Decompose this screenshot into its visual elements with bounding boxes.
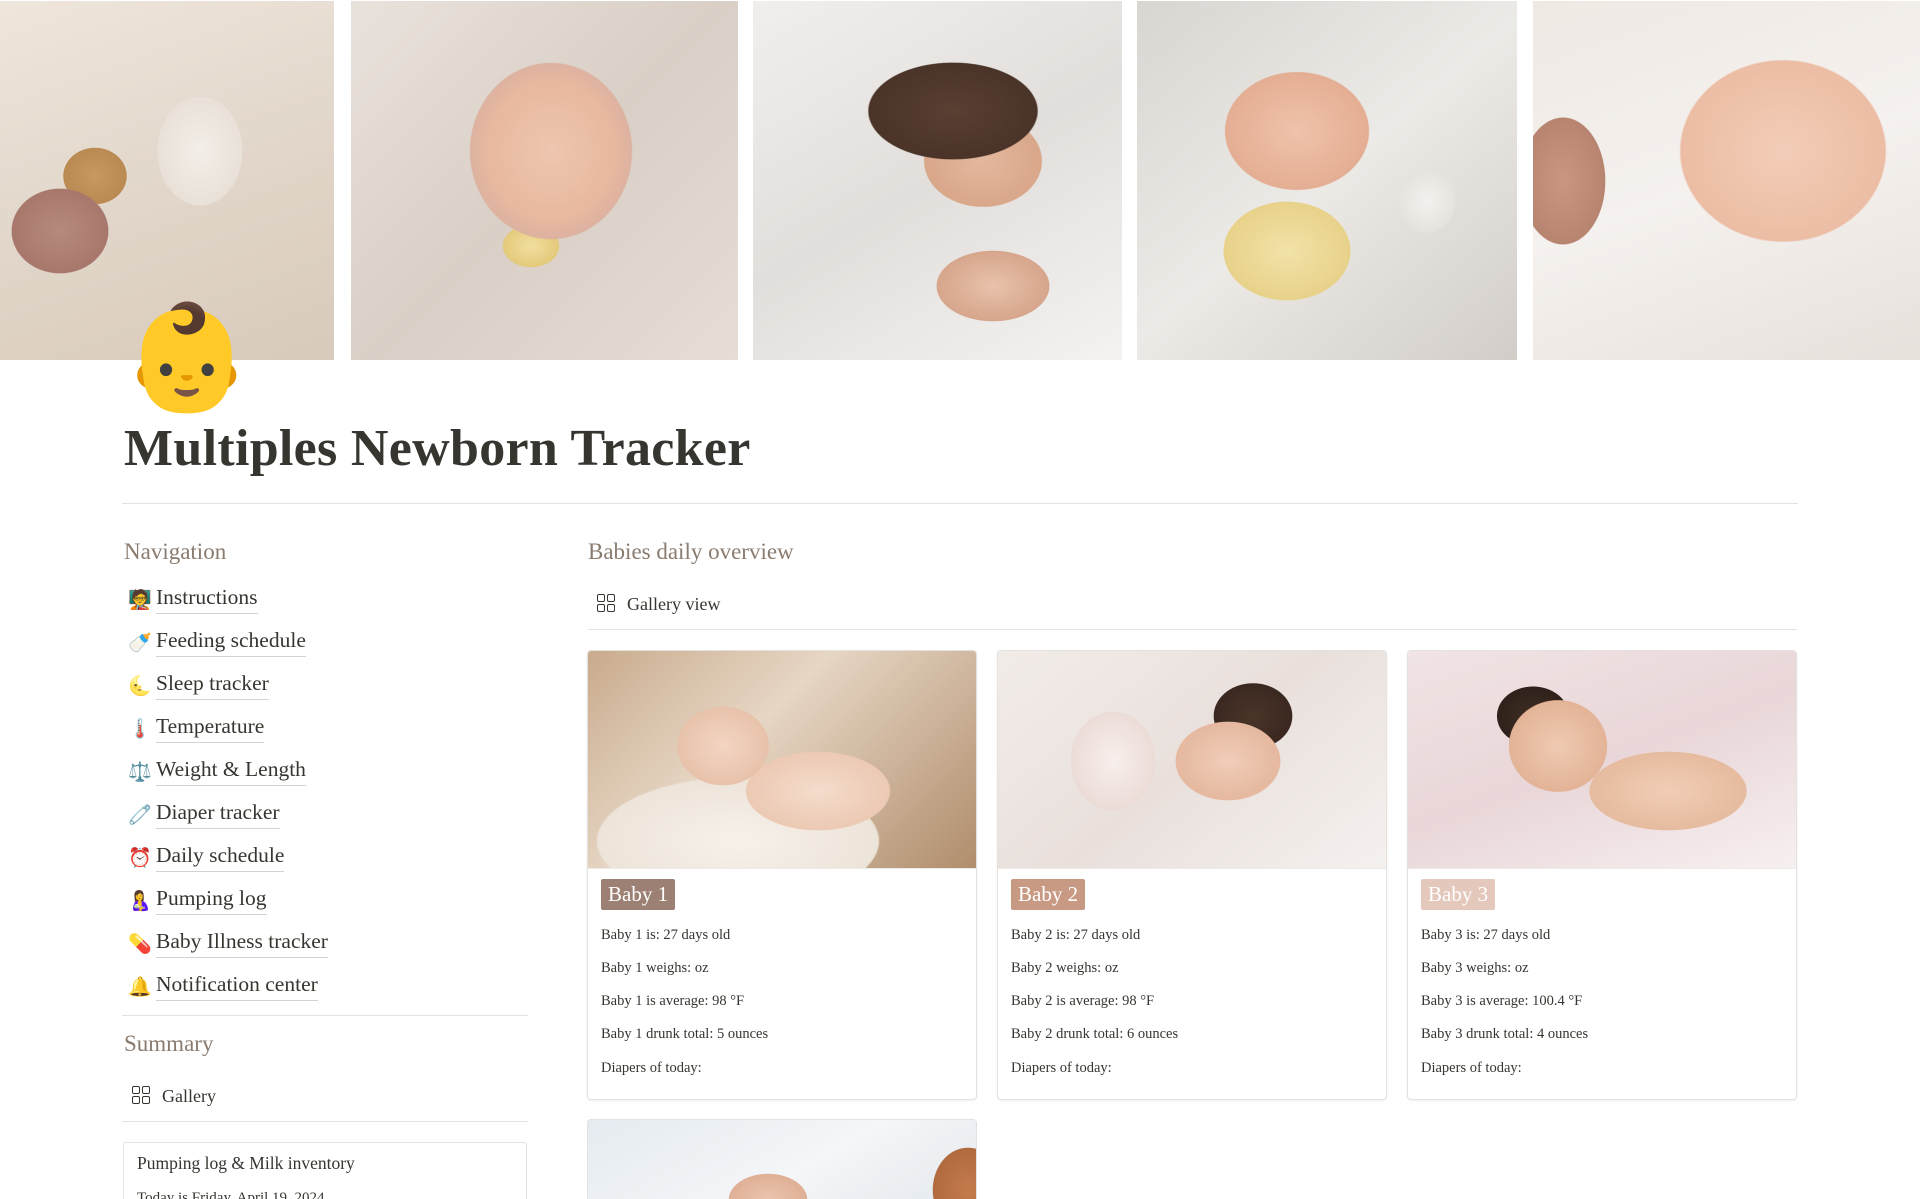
baby-age: Baby 3 is: 27 days old [1421, 927, 1551, 943]
baby-weight: Baby 3 weighs: oz [1421, 960, 1529, 976]
nav-link-label[interactable]: Baby Illness tracker [156, 929, 328, 958]
bell-icon: 🔔 [128, 976, 152, 998]
baby-diapers: Diapers of today: [601, 1060, 702, 1076]
nav-item-diaper-tracker[interactable]: 🧷 Diaper tracker [128, 793, 528, 836]
baby-card-2[interactable]: Baby 2 Baby 2 is: 27 days old Baby 2 wei… [997, 650, 1387, 1100]
baby-drunk-total: Baby 1 drunk total: 5 ounces [601, 1026, 769, 1042]
divider [588, 629, 1797, 630]
baby-card-4[interactable] [587, 1119, 977, 1199]
navigation-heading: Navigation [124, 539, 227, 564]
baby-temperature: Baby 1 is average: 98 °F [601, 993, 745, 1009]
alarm-clock-icon: ⏰ [128, 847, 152, 869]
baby-bottle-icon: 🍼 [128, 632, 152, 654]
overview-gallery-view-tab[interactable]: Gallery view [597, 591, 720, 617]
navigation-list: 🧑‍🏫 Instructions 🍼 Feeding schedule 🌜 Sl… [128, 578, 528, 1008]
nav-item-pumping-log[interactable]: 🤱 Pumping log [128, 879, 528, 922]
nav-link-label[interactable]: Notification center [156, 972, 318, 1001]
breastfeeding-icon: 🤱 [128, 890, 152, 912]
divider [122, 1121, 528, 1122]
baby-drunk-total: Baby 3 drunk total: 4 ounces [1421, 1026, 1589, 1042]
baby-2-photo [998, 651, 1386, 869]
baby-weight: Baby 1 weighs: oz [601, 960, 709, 976]
nav-item-sleep-tracker[interactable]: 🌜 Sleep tracker [128, 664, 528, 707]
nav-item-feeding-schedule[interactable]: 🍼 Feeding schedule [128, 621, 528, 664]
page-title: Multiples Newborn Tracker [124, 420, 751, 477]
baby-3-photo [1408, 651, 1796, 869]
cover-photo-mother-baby [753, 1, 1122, 360]
view-tab-label: Gallery [162, 1085, 216, 1106]
baby-1-photo [588, 651, 976, 869]
nav-link-label[interactable]: Sleep tracker [156, 671, 269, 700]
overview-heading: Babies daily overview [588, 539, 794, 564]
nav-item-temperature[interactable]: 🌡️ Temperature [128, 707, 528, 750]
gallery-grid-icon [132, 1086, 152, 1106]
page-icon-baby[interactable]: 👶 [122, 296, 252, 418]
teacher-icon: 🧑‍🏫 [128, 589, 152, 611]
page-cover[interactable] [0, 0, 1920, 361]
baby-age: Baby 1 is: 27 days old [601, 927, 731, 943]
cover-photo-bottle-feeding [1137, 1, 1517, 360]
safety-pin-icon: 🧷 [128, 804, 152, 826]
nav-item-weight-length[interactable]: ⚖️ Weight & Length [128, 750, 528, 793]
cover-photo-breastfeeding [1533, 1, 1920, 360]
summary-card-title: Pumping log & Milk inventory [137, 1153, 355, 1173]
baby-age: Baby 2 is: 27 days old [1011, 927, 1141, 943]
thermometer-icon: 🌡️ [128, 718, 152, 740]
cover-photo-baby-pacifier [351, 1, 738, 360]
baby-card-1[interactable]: Baby 1 Baby 1 is: 27 days old Baby 1 wei… [587, 650, 977, 1100]
baby-4-photo [588, 1120, 976, 1199]
nav-item-daily-schedule[interactable]: ⏰ Daily schedule [128, 836, 528, 879]
nav-link-label[interactable]: Instructions [156, 585, 258, 614]
nav-link-label[interactable]: Diaper tracker [156, 800, 280, 829]
divider [122, 1015, 528, 1016]
nav-link-label[interactable]: Daily schedule [156, 843, 285, 872]
baby-card-3[interactable]: Baby 3 Baby 3 is: 27 days old Baby 3 wei… [1407, 650, 1797, 1100]
summary-gallery-card[interactable]: Pumping log & Milk inventory Today is Fr… [123, 1142, 527, 1199]
nav-item-baby-illness-tracker[interactable]: 💊 Baby Illness tracker [128, 922, 528, 965]
baby-drunk-total: Baby 2 drunk total: 6 ounces [1011, 1026, 1179, 1042]
nav-item-instructions[interactable]: 🧑‍🏫 Instructions [128, 578, 528, 621]
view-tab-label: Gallery view [627, 593, 721, 614]
nav-link-label[interactable]: Pumping log [156, 886, 267, 915]
baby-diapers: Diapers of today: [1421, 1060, 1522, 1076]
nav-link-label[interactable]: Weight & Length [156, 757, 306, 786]
baby-temperature: Baby 3 is average: 100.4 °F [1421, 993, 1583, 1009]
baby-tag: Baby 3 [1421, 879, 1496, 910]
nav-item-notification-center[interactable]: 🔔 Notification center [128, 965, 528, 1008]
pill-icon: 💊 [128, 933, 152, 955]
nav-link-label[interactable]: Feeding schedule [156, 628, 306, 657]
summary-card-date: Today is Friday, April 19, 2024 [137, 1190, 325, 1199]
baby-tag: Baby 1 [601, 879, 676, 910]
summary-gallery-view-tab[interactable]: Gallery [132, 1083, 216, 1109]
scales-icon: ⚖️ [128, 761, 152, 783]
baby-diapers: Diapers of today: [1011, 1060, 1112, 1076]
nav-link-label[interactable]: Temperature [156, 714, 265, 743]
gallery-grid-icon [597, 594, 617, 614]
divider [122, 503, 1798, 504]
baby-temperature: Baby 2 is average: 98 °F [1011, 993, 1155, 1009]
moon-icon: 🌜 [128, 675, 152, 697]
summary-heading: Summary [124, 1031, 214, 1056]
baby-tag: Baby 2 [1011, 879, 1086, 910]
baby-weight: Baby 2 weighs: oz [1011, 960, 1119, 976]
